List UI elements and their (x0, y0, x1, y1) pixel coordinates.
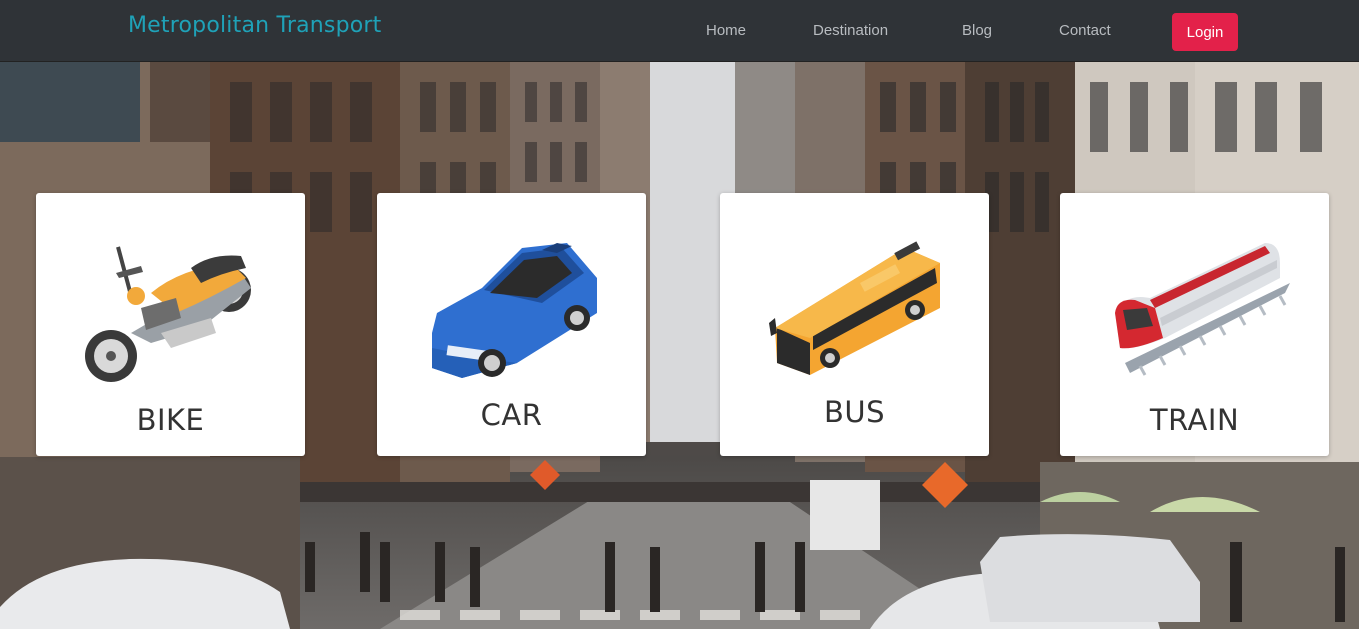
transport-card-bus[interactable]: BUS (720, 193, 989, 456)
nav-link-home[interactable]: Home (706, 22, 746, 39)
nav-link-destination[interactable]: Destination (813, 22, 888, 39)
card-label-car: CAR (480, 398, 543, 432)
card-label-train: TRAIN (1149, 403, 1240, 437)
card-label-bus: BUS (823, 395, 886, 429)
car-icon (432, 243, 597, 378)
motorcycle-icon (85, 246, 251, 382)
card-label-bike: BIKE (136, 403, 205, 437)
login-button[interactable]: Login (1172, 13, 1238, 51)
nav-link-contact[interactable]: Contact (1059, 22, 1111, 39)
bus-icon (769, 241, 940, 375)
transport-card-bike[interactable]: BIKE (36, 193, 305, 456)
train-icon (1115, 243, 1290, 376)
transport-card-train[interactable]: TRAIN (1060, 193, 1329, 456)
navbar: Metropolitan Transport Home Destination … (0, 0, 1359, 62)
transport-card-car[interactable]: CAR (377, 193, 646, 456)
brand-logo-text[interactable]: Metropolitan Transport (128, 13, 382, 38)
nav-link-blog[interactable]: Blog (962, 22, 992, 39)
